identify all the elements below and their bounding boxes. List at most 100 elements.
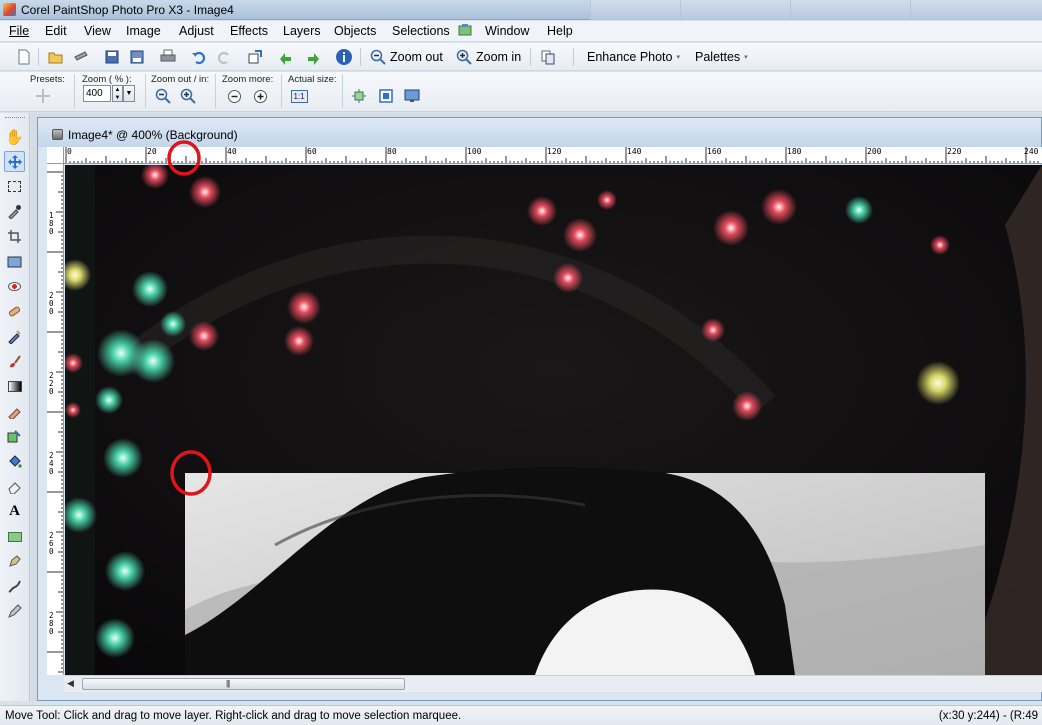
zoom-out-button[interactable]: Zoom out <box>370 47 443 67</box>
palettes-menu[interactable]: Palettes ▾ <box>695 47 748 67</box>
warp-brush-tool[interactable] <box>4 576 25 597</box>
info-button[interactable] <box>334 47 354 67</box>
vertical-ruler: 1 8 0 2 0 0 2 2 0 2 4 0 2 6 0 2 8 0 <box>47 164 64 675</box>
cursor-coordinates: (x:30 y:244) - (R:49 <box>938 710 1038 722</box>
color-changer-tool[interactable] <box>4 426 25 447</box>
ruler-label: 2 6 0 <box>49 531 54 556</box>
folder-icon <box>48 52 63 64</box>
option-zoom-out-button[interactable] <box>154 87 172 105</box>
menu-layers[interactable]: Layers <box>283 24 321 38</box>
menu-image[interactable]: Image <box>126 24 161 38</box>
zoom-dropdown-button[interactable]: ▼ <box>123 85 135 102</box>
ruler-corner <box>47 147 64 164</box>
standard-toolbar: Zoom out Zoom in Enhance Photo ▾ Palette… <box>0 43 1042 71</box>
makeover-tool[interactable] <box>4 301 25 322</box>
horizontal-scrollbar[interactable]: ◀ ||| <box>64 675 1042 692</box>
status-bar: Move Tool: Click and drag to move layer.… <box>0 705 1042 725</box>
ruler-label: 160 <box>707 147 722 156</box>
zoom-spinner[interactable]: ▲ ▼ <box>112 85 123 102</box>
enhance-photo-menu[interactable]: Enhance Photo ▾ <box>587 47 680 67</box>
ruler-label: 180 <box>787 147 802 156</box>
eraser-tool[interactable] <box>4 401 25 422</box>
menu-view[interactable]: View <box>84 24 111 38</box>
presets-label: Presets: <box>30 74 65 85</box>
layout-icon[interactable] <box>458 24 472 37</box>
redo-button[interactable] <box>214 47 234 67</box>
browse-button[interactable] <box>71 47 91 67</box>
open-button[interactable] <box>46 47 66 67</box>
ruler-label: 20 <box>147 147 157 156</box>
flip-button[interactable] <box>276 47 296 67</box>
straighten-tool[interactable] <box>4 251 25 272</box>
full-screen-button[interactable] <box>403 87 421 105</box>
marquee-icon <box>8 181 21 192</box>
menu-edit[interactable]: Edit <box>45 24 67 38</box>
move-tool[interactable] <box>4 151 25 172</box>
ruler-label: 2 8 0 <box>49 611 54 636</box>
paintshop-window: Corel PaintShop Photo Pro X3 - Image4 Fi… <box>0 0 1042 725</box>
title-bar: Corel PaintShop Photo Pro X3 - Image4 <box>0 0 1042 20</box>
selection-tool[interactable] <box>4 176 25 197</box>
pen-icon <box>9 555 21 567</box>
zoom-more-out-button[interactable] <box>225 87 243 105</box>
menu-help[interactable]: Help <box>547 24 573 38</box>
resize-button[interactable] <box>245 47 265 67</box>
new-file-button[interactable] <box>14 47 34 67</box>
save-button[interactable] <box>102 47 122 67</box>
flood-fill-tool[interactable] <box>4 451 25 472</box>
copy-button[interactable] <box>538 47 558 67</box>
photo-layer[interactable] <box>65 165 1042 675</box>
background-task-tab <box>680 0 790 20</box>
text-tool[interactable]: A <box>4 501 25 522</box>
menu-selections[interactable]: Selections <box>392 24 450 38</box>
menu-file[interactable]: File <box>9 24 29 38</box>
preset-shape-tool[interactable] <box>4 526 25 547</box>
paint-brush-tool[interactable] <box>4 351 25 372</box>
fit-image-button[interactable] <box>377 87 395 105</box>
scroll-left-icon[interactable]: ◀ <box>67 678 74 689</box>
mirror-button[interactable] <box>303 47 323 67</box>
scanner-icon <box>74 51 88 61</box>
gradient-tool[interactable] <box>4 376 25 397</box>
art-media-tool[interactable] <box>4 601 25 622</box>
scrollbar-thumb[interactable]: ||| <box>82 678 405 690</box>
document-icon <box>52 129 63 140</box>
zoom-in-button[interactable]: Zoom in <box>456 47 521 67</box>
copy-icon <box>541 50 555 65</box>
palette-grip[interactable] <box>5 117 25 120</box>
menu-effects[interactable]: Effects <box>230 24 268 38</box>
background-task-tab <box>790 0 910 20</box>
zoom-in-icon <box>456 49 472 65</box>
ruler-label: 220 <box>947 147 962 156</box>
object-eraser-tool[interactable] <box>4 476 25 497</box>
actual-size-button[interactable]: 1:1 <box>290 87 308 105</box>
undo-button[interactable] <box>189 47 209 67</box>
crop-icon <box>8 230 21 243</box>
red-eye-tool[interactable] <box>4 276 25 297</box>
resize-icon <box>248 50 262 64</box>
menu-bar: File Edit View Image Adjust Effects Laye… <box>0 21 1042 42</box>
pen-tool[interactable] <box>4 551 25 572</box>
zoom-more-in-button[interactable] <box>251 87 269 105</box>
ruler-label: 140 <box>627 147 642 156</box>
actual-size-text: 1:1 <box>290 89 308 103</box>
print-button[interactable] <box>158 47 178 67</box>
photo-icon <box>7 256 22 268</box>
menu-adjust[interactable]: Adjust <box>179 24 214 38</box>
pasted-grayscale-layer[interactable] <box>185 467 985 675</box>
zoom-percent-input[interactable] <box>83 85 111 102</box>
presets-dropdown[interactable] <box>34 87 52 105</box>
pan-tool[interactable]: ✋ <box>4 126 25 147</box>
clone-brush-tool[interactable] <box>4 326 25 347</box>
crop-tool[interactable] <box>4 226 25 247</box>
option-zoom-in-button[interactable] <box>179 87 197 105</box>
fit-window-button[interactable] <box>350 87 368 105</box>
dropper-tool[interactable] <box>4 201 25 222</box>
image-window-title: Image4* @ 400% (Background) <box>68 128 238 142</box>
image-canvas[interactable] <box>65 165 1042 675</box>
menu-window[interactable]: Window <box>485 24 529 38</box>
save-as-button[interactable] <box>127 47 147 67</box>
menu-objects[interactable]: Objects <box>334 24 376 38</box>
printer-icon <box>160 49 176 62</box>
ruler-label: 80 <box>387 147 397 156</box>
